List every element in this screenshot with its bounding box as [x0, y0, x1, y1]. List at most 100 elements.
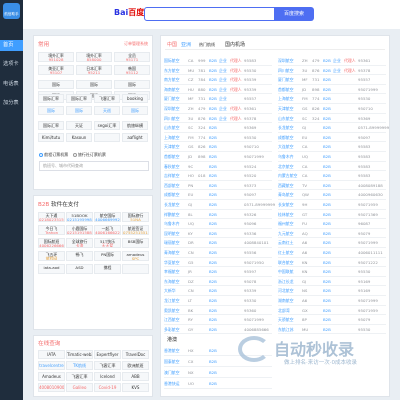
airline-name[interactable]: 山东航空	[164, 123, 180, 133]
online-query-link[interactable]: IATA	[38, 350, 65, 359]
airline-phone[interactable]: 95583	[358, 162, 370, 172]
airline-name[interactable]: 厦门航空	[164, 94, 180, 104]
airline-agent[interactable]: 代理人	[230, 75, 242, 85]
airline-corp[interactable]: 企业	[333, 56, 341, 66]
online-query-link[interactable]: Amadeus	[38, 372, 65, 381]
airline-b2b[interactable]: B2B	[323, 75, 331, 85]
airline-b2b[interactable]: B2B	[209, 367, 217, 378]
airline-name[interactable]: 国际航空	[164, 56, 180, 66]
airline-name[interactable]: 西藏航空	[278, 181, 294, 191]
airline-row[interactable]: 龙江航空 LT B2B 95330	[164, 296, 272, 306]
airline-row[interactable]: 山东航空 SC 324 B2B 95369	[164, 123, 272, 133]
airline-phone[interactable]: 95169	[358, 277, 370, 287]
airline-phone[interactable]: 95597	[244, 267, 256, 277]
airline-name[interactable]: 厦门航空	[278, 75, 294, 85]
airline-b2b[interactable]: B2B	[209, 248, 217, 258]
airline-row[interactable]: 四川航空 3U 876 B2B 企业 代理人 95378	[278, 66, 386, 76]
airline-name[interactable]: 北京航空	[278, 162, 294, 172]
airline-phone[interactable]: 95097	[358, 133, 370, 143]
software-cell[interactable]: 51BOOK 02151959986	[66, 212, 93, 222]
airline-b2b[interactable]: B2B	[209, 123, 217, 133]
airline-row[interactable]: 华夏航空 G5 B2B 95071950	[164, 258, 272, 268]
airline-b2b[interactable]: B2B	[323, 229, 331, 239]
tab-asia[interactable]: 亚洲	[181, 40, 191, 50]
tool-link[interactable]: 国际	[66, 106, 92, 115]
airline-name[interactable]: 首都航空	[278, 85, 294, 95]
tool-link[interactable]: 国际	[38, 106, 64, 115]
airline-b2b[interactable]: B2B	[323, 219, 331, 229]
airline-row[interactable]: 长龙航空 GJ B2B 0571-89999999	[164, 200, 275, 210]
tool-link[interactable]: 国际	[122, 106, 148, 115]
common-cell[interactable]: 韩国 95112	[114, 65, 150, 75]
software-cell[interactable]: 全球旅行 卡洛	[66, 238, 93, 248]
airline-row[interactable]: 成都航空 EU B2B 95097	[164, 190, 272, 200]
airline-phone[interactable]: 95071222	[358, 258, 378, 268]
common-cell[interactable]: 日本汇率 95211	[76, 65, 112, 75]
software-cell[interactable]: 天下通 02180235151	[38, 212, 65, 222]
airline-b2b[interactable]: B2B	[209, 229, 217, 239]
airline-phone[interactable]: 95071950	[244, 258, 264, 268]
software-cell[interactable]: 畅飞	[66, 251, 93, 261]
tab-airport[interactable]: 国内机场	[225, 40, 245, 50]
airline-name[interactable]: 桂林航空	[278, 210, 294, 220]
airline-phone[interactable]: 95071959	[358, 306, 378, 316]
common-link[interactable]: 订单管理系统	[124, 41, 148, 47]
airline-name[interactable]: 青海航空	[164, 248, 180, 258]
airline-name[interactable]: 福州航空	[278, 219, 294, 229]
airline-phone[interactable]: 95078	[244, 277, 256, 287]
airline-row[interactable]: 九元航空 AQ B2B 95079	[278, 229, 386, 239]
airline-name[interactable]: 东海航空	[164, 277, 180, 287]
common-cell[interactable]: 境外汇率 858000	[76, 52, 112, 62]
airline-name[interactable]: 幸福航空	[164, 267, 180, 277]
online-query-link[interactable]: 飞客汇率	[66, 372, 93, 381]
airline-phone[interactable]: 95096	[244, 219, 256, 229]
airline-b2b[interactable]: B2B	[209, 267, 217, 277]
airline-name[interactable]: 瑞丽航空	[164, 238, 180, 248]
airline-b2b[interactable]: B2B	[323, 114, 331, 124]
airline-name[interactable]: 澳门航空	[164, 367, 180, 378]
airline-row[interactable]: 桂林航空 GT B2B 95071369	[278, 210, 386, 220]
airline-name[interactable]: 奥凯航空	[164, 306, 180, 316]
tool-select[interactable]: 国际	[114, 80, 150, 89]
airline-b2b[interactable]: B2B	[209, 345, 217, 356]
software-cell[interactable]: 小鹿国际 02151915888	[66, 225, 93, 235]
airline-name[interactable]: 首都航空	[164, 152, 180, 162]
airline-phone[interactable]: 4006885666	[244, 325, 269, 335]
airline-b2b[interactable]: B2B	[323, 267, 331, 277]
airline-corp[interactable]: 企业	[219, 85, 227, 95]
airline-phone[interactable]: 95373	[244, 181, 256, 191]
airline-row[interactable]: 天津航空 GS 826 B2B 950710	[164, 142, 272, 152]
online-query-link[interactable]: Timatic-web2	[66, 350, 93, 359]
airline-phone[interactable]: 95530	[358, 325, 370, 335]
airline-row[interactable]: 长安航空 9H B2B 95071959	[278, 200, 386, 210]
tool-select[interactable]: 国际	[38, 80, 74, 89]
search-input[interactable]	[144, 7, 275, 21]
airline-b2b[interactable]: B2B	[323, 296, 331, 306]
software-cell[interactable]: 航班签证 07552515514	[122, 225, 149, 235]
airline-row[interactable]: 西部航空 PN B2B 95373	[164, 181, 272, 191]
airline-name[interactable]: 祥鹏航空	[164, 210, 180, 220]
airline-b2b[interactable]: B2B	[323, 123, 331, 133]
airline-b2b[interactable]: B2B	[323, 238, 331, 248]
airline-row[interactable]: 天津航空 GS 826 B2B 950710	[278, 104, 386, 114]
software-cell[interactable]: 国际旅行 51NA	[122, 212, 149, 222]
tab-hot[interactable]: 热门航线	[199, 40, 215, 50]
airline-name[interactable]: 江西航空	[164, 315, 180, 325]
software-cell[interactable]: 今日飞 Trahon	[38, 225, 65, 235]
airline-row[interactable]: 四川航空 3U 876 B2B 企业 代理人 95378	[164, 114, 272, 124]
airline-row[interactable]: 福州航空 FU B2B 96087	[278, 219, 386, 229]
airline-name[interactable]: 长安航空	[278, 200, 294, 210]
airline-b2b[interactable]: B2B	[209, 162, 217, 172]
airline-name[interactable]: 内蒙古航空	[278, 171, 297, 181]
airline-phone[interactable]: 95530	[244, 133, 256, 143]
airline-b2b[interactable]: B2B	[209, 85, 217, 95]
airline-corp[interactable]: 企业	[219, 104, 227, 114]
nav-item-tabs[interactable]: 选项卡	[0, 59, 23, 70]
tool-link[interactable]: segoi汇率	[94, 121, 120, 130]
airline-name[interactable]: 成都航空	[278, 133, 294, 143]
airline-corp[interactable]: 企业	[219, 56, 227, 66]
airline-name[interactable]: 联合航空	[278, 258, 294, 268]
airline-b2b[interactable]: B2B	[209, 306, 217, 316]
airline-b2b[interactable]: B2B	[323, 315, 331, 325]
airline-phone[interactable]: 4008840101	[244, 238, 269, 248]
